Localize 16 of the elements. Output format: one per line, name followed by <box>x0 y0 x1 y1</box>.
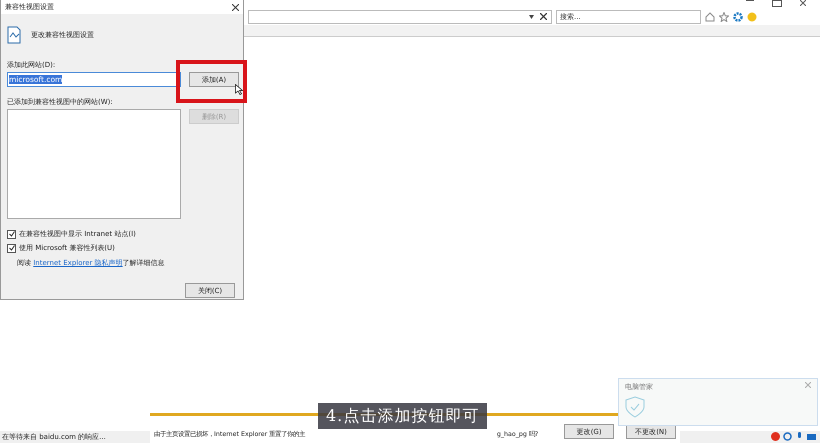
video-caption: 4.点击添加按钮即可 <box>318 403 488 429</box>
checkbox[interactable] <box>7 244 16 252</box>
address-field[interactable] <box>248 10 552 24</box>
document-icon <box>7 26 21 44</box>
dropdown-icon[interactable] <box>529 14 534 18</box>
close-icon[interactable] <box>540 13 547 20</box>
highlight-frame <box>176 60 247 103</box>
checkbox[interactable] <box>7 230 16 238</box>
close-icon[interactable] <box>232 4 239 10</box>
shield-icon <box>625 396 645 418</box>
star-icon[interactable] <box>719 12 729 22</box>
home-icon[interactable] <box>705 12 715 22</box>
settings-icon[interactable] <box>733 12 743 22</box>
maximize-icon[interactable] <box>772 0 782 7</box>
cursor-icon <box>235 84 243 95</box>
close-icon[interactable] <box>800 0 806 6</box>
